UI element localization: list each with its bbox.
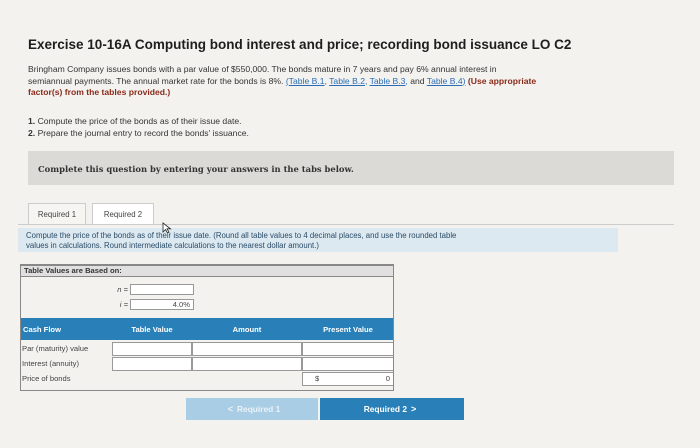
i-row: i = 4.0% xyxy=(20,299,394,311)
n-label: n = xyxy=(117,285,128,294)
col-present-value: Present Value xyxy=(302,318,394,340)
table-value-input[interactable] xyxy=(112,357,192,371)
table-value-input[interactable] xyxy=(112,342,192,356)
table-row: Par (maturity) value xyxy=(20,342,394,356)
exercise-page: Exercise 10-16A Computing bond interest … xyxy=(0,0,700,448)
instructions-text: Complete this question by entering your … xyxy=(38,164,354,174)
price-of-bonds-value: 0 xyxy=(385,374,390,383)
table-row: Price of bonds $ 0 xyxy=(20,372,394,386)
and-text: and xyxy=(410,75,425,86)
col-cash-flow: Cash Flow xyxy=(20,318,112,340)
prev-required-button[interactable]: < Required 1 xyxy=(186,398,318,420)
chevron-right-icon: > xyxy=(411,404,417,414)
present-value-input[interactable] xyxy=(302,342,394,356)
table-value-cell xyxy=(112,372,192,386)
currency-symbol: $ xyxy=(315,374,320,383)
table-header: Table Values are Based on: xyxy=(20,265,394,277)
next-required-button[interactable]: Required 2 > xyxy=(320,398,464,420)
mouse-cursor-icon xyxy=(162,222,172,234)
amount-input[interactable] xyxy=(192,357,302,371)
instructions-bar: Complete this question by entering your … xyxy=(28,151,674,185)
n-input[interactable] xyxy=(130,284,194,295)
exercise-title: Exercise 10-16A Computing bond interest … xyxy=(28,37,572,52)
use-note-2: factor(s) from the tables provided.) xyxy=(28,87,171,97)
present-value-input[interactable] xyxy=(302,357,394,371)
task-list: 1. Compute the price of the bonds as of … xyxy=(28,116,249,139)
col-amount: Amount xyxy=(192,318,302,340)
task-2: 2. Prepare the journal entry to record t… xyxy=(28,127,249,138)
row-label: Interest (annuity) xyxy=(22,359,79,368)
table-b4-link[interactable]: Table B.4) xyxy=(427,76,466,86)
amount-input[interactable] xyxy=(192,342,302,356)
tab-required-2[interactable]: Required 2 xyxy=(92,203,154,225)
problem-text-2: semiannual payments. The annual market r… xyxy=(28,75,284,86)
tab-required-1[interactable]: Required 1 xyxy=(28,203,86,225)
task-1: 1. Compute the price of the bonds as of … xyxy=(28,116,242,126)
present-value-total: $ 0 xyxy=(302,372,394,386)
n-row: n = xyxy=(20,284,394,296)
table-b3-link[interactable]: Table B.3, xyxy=(370,76,408,86)
col-table-value: Table Value xyxy=(112,318,192,340)
row-label: Par (maturity) value xyxy=(22,344,89,353)
row-label: Price of bonds xyxy=(22,374,71,383)
table-row: Interest (annuity) xyxy=(20,357,394,371)
requirement-note: Compute the price of the bonds as of the… xyxy=(18,228,618,252)
table-b1-link[interactable]: (Table B.1, xyxy=(286,76,327,86)
i-input[interactable]: 4.0% xyxy=(130,299,194,310)
i-label: i = xyxy=(119,300,128,309)
chevron-left-icon: < xyxy=(227,404,233,414)
amount-cell xyxy=(192,372,302,386)
problem-statement: Bringham Company issues bonds with a par… xyxy=(28,64,668,99)
use-note: (Use appropriate xyxy=(467,75,537,86)
table-b2-link[interactable]: Table B.2, xyxy=(329,76,367,86)
problem-text: Bringham Company issues bonds with a par… xyxy=(28,64,497,74)
